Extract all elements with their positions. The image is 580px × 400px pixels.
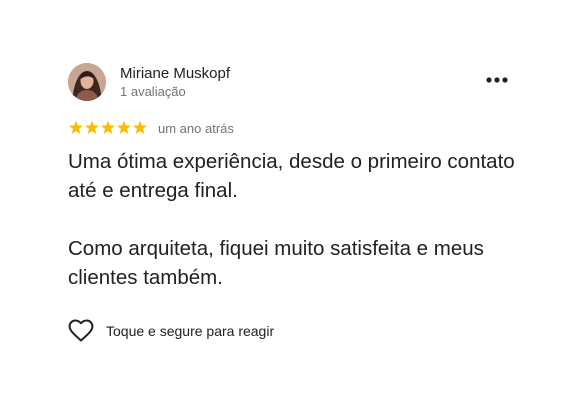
review-card: Miriane Muskopf 1 avaliação um ano atrás… (0, 0, 580, 400)
review-time: um ano atrás (158, 121, 234, 136)
more-horizontal-icon (486, 77, 508, 83)
avatar-photo (68, 63, 106, 101)
star-icon (68, 120, 84, 135)
review-paragraph: Como arquiteta, fiquei muito satisfeita … (68, 237, 484, 289)
more-options-button[interactable] (484, 70, 510, 90)
review-text: Uma ótima experiência, desde o primeiro … (68, 147, 538, 292)
review-paragraph: Uma ótima experiência, desde o primeiro … (68, 150, 515, 202)
star-icon (100, 120, 116, 135)
review-count: 1 avaliação (120, 84, 186, 99)
react-label: Toque e segure para reagir (106, 323, 275, 339)
star-icon (116, 120, 132, 135)
heart-outline-icon (68, 319, 94, 343)
star-icon (84, 120, 100, 135)
star-rating (68, 120, 148, 135)
react-button[interactable]: Toque e segure para reagir (68, 318, 274, 344)
avatar[interactable] (68, 63, 106, 101)
reviewer-name[interactable]: Miriane Muskopf (120, 65, 230, 83)
star-icon (132, 120, 148, 135)
